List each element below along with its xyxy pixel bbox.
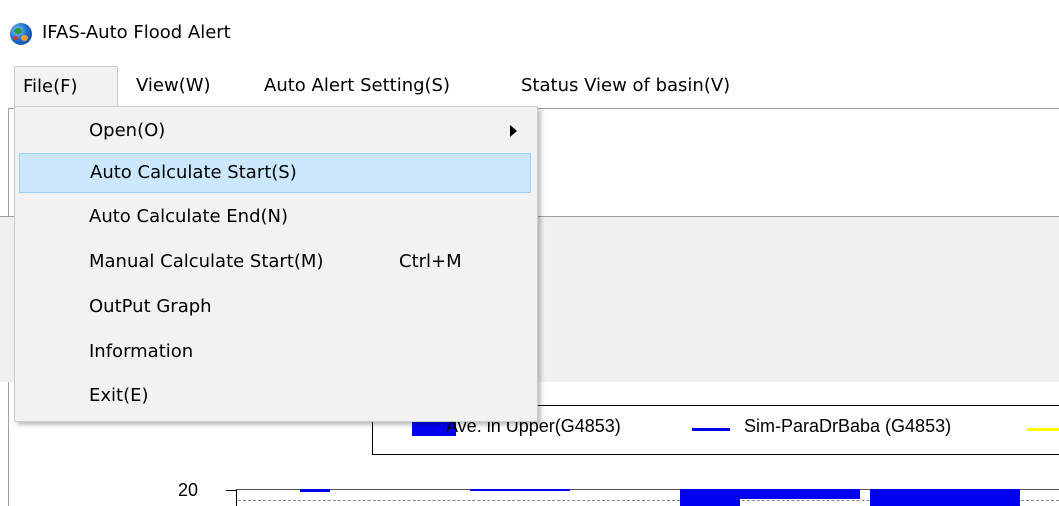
y-tick-mark [226, 490, 236, 491]
file-menu-dropdown: Open(O) Auto Calculate Start(S) Auto Cal… [14, 106, 538, 422]
menu-item-label: Exit(E) [89, 385, 149, 406]
menu-item-manual-calculate-start[interactable]: Manual Calculate Start(M) Ctrl+M [19, 242, 531, 282]
globe-icon [10, 23, 32, 45]
menu-item-label: Information [89, 341, 194, 362]
legend-label-sim: Sim-ParaDrBaba (G4853) [744, 416, 952, 436]
submenu-arrow-icon [510, 125, 517, 137]
rain-bar [470, 489, 570, 491]
menu-item-auto-calculate-start[interactable]: Auto Calculate Start(S) [19, 153, 531, 193]
legend-swatch-sim [692, 428, 730, 431]
menu-item-auto-calculate-end[interactable]: Auto Calculate End(N) [19, 197, 531, 237]
y-tick-label: 20 [178, 480, 199, 500]
menu-item-label: OutPut Graph [89, 296, 212, 317]
rain-bar [300, 489, 330, 492]
menu-item-label: Auto Calculate End(N) [89, 206, 289, 227]
rain-bar [870, 489, 1020, 506]
rain-bar [680, 489, 740, 506]
menu-bar: File(F) View(W) Auto Alert Setting(S) St… [8, 66, 1059, 108]
menu-item-information[interactable]: Information [19, 332, 531, 372]
menu-item-label: Manual Calculate Start(M) [89, 251, 324, 272]
menu-item-output-graph[interactable]: OutPut Graph [19, 287, 531, 327]
menu-item-label: Auto Calculate Start(S) [90, 162, 297, 183]
y-axis [236, 489, 237, 506]
menu-item-exit[interactable]: Exit(E) [19, 376, 531, 416]
legend-swatch-yellow [1027, 428, 1059, 431]
menu-file[interactable]: File(F) [14, 66, 118, 108]
menu-auto-alert-setting[interactable]: Auto Alert Setting(S) [256, 66, 458, 108]
menu-item-open[interactable]: Open(O) [19, 111, 531, 151]
menu-item-label: Open(O) [89, 120, 166, 141]
menu-item-shortcut: Ctrl+M [399, 251, 462, 272]
menu-view[interactable]: View(W) [128, 66, 219, 108]
title-bar: IFAS-Auto Flood Alert [0, 0, 1059, 62]
window-title: IFAS-Auto Flood Alert [42, 22, 231, 43]
menu-status-view-of-basin[interactable]: Status View of basin(V) [513, 66, 738, 108]
rain-bar [740, 489, 860, 499]
